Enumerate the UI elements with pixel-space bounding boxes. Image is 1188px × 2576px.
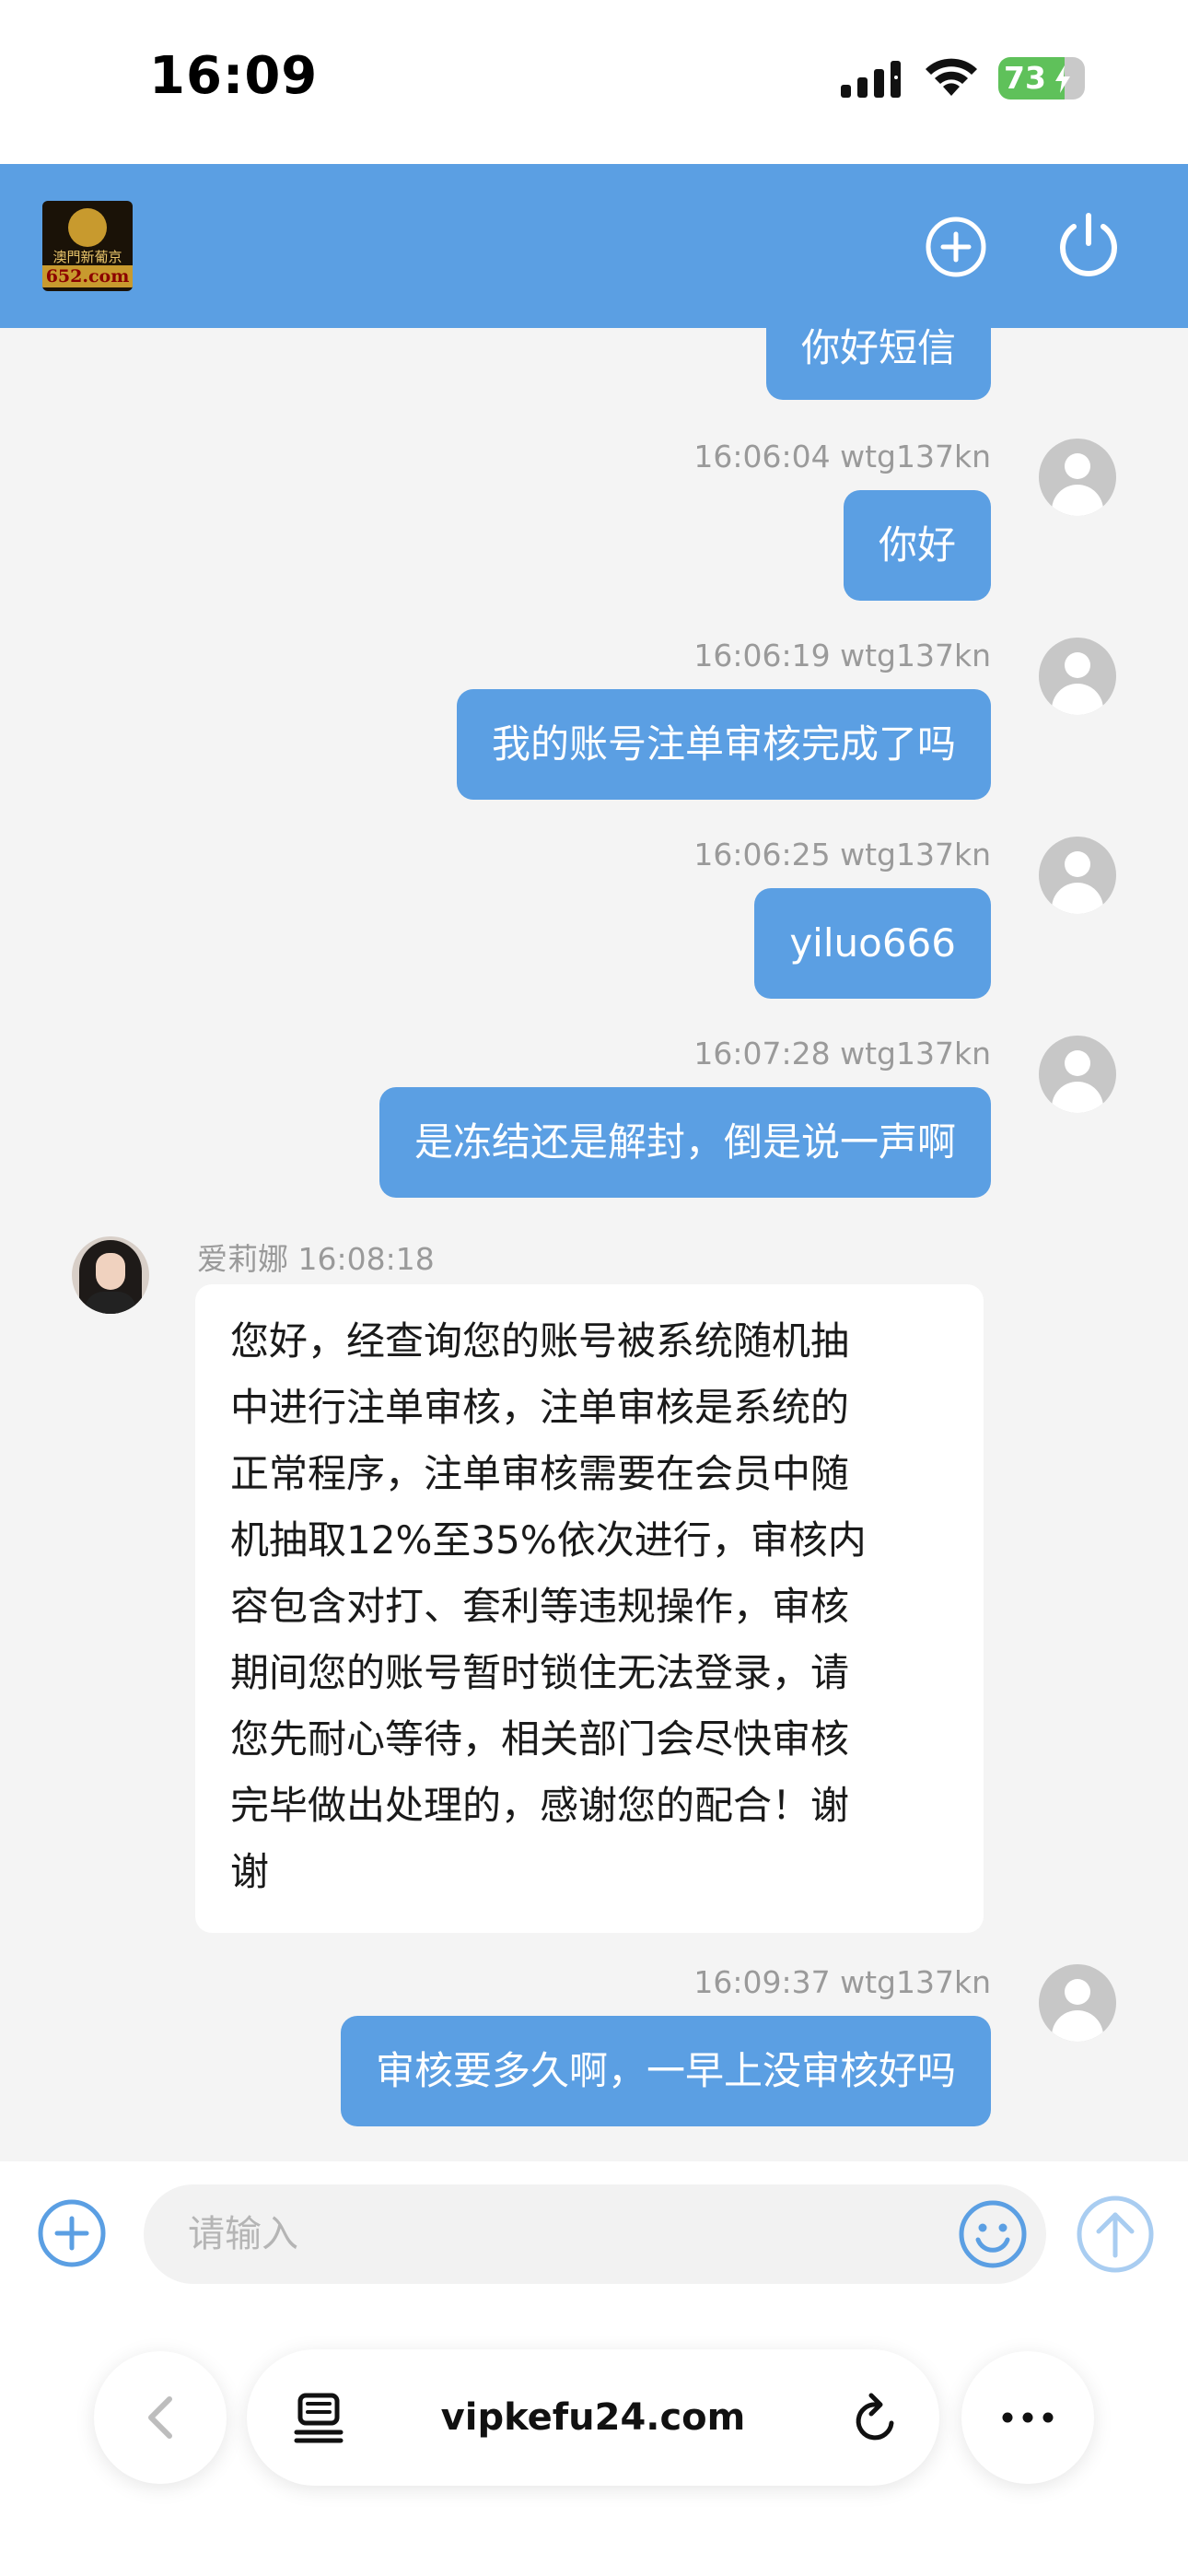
message-bubble-partial: 你好短信 <box>765 328 991 400</box>
browser-more-button[interactable] <box>961 2351 1094 2484</box>
status-time: 16:09 <box>149 46 319 106</box>
message-bubble-outgoing: 是冻结还是解封，倒是说一声啊 <box>379 1087 991 1198</box>
message-line: 您先耐心等待，相关部门会尽快审核 <box>230 1716 850 1762</box>
chevron-left-icon <box>148 2396 172 2439</box>
battery-percent: 73 <box>1004 60 1046 96</box>
message-meta: 16:09:37 wtg137kn <box>693 1964 991 2000</box>
ellipsis-icon <box>1002 2412 1054 2423</box>
user-avatar <box>1039 837 1116 914</box>
user-avatar <box>1039 1964 1116 2042</box>
message-bubble-outgoing: 你好 <box>843 490 991 601</box>
header-add-icon[interactable] <box>925 216 987 278</box>
agent-avatar <box>72 1236 149 1314</box>
battery-indicator: 73 <box>998 57 1085 100</box>
message-line: 您好，经查询您的账号被系统随机抽 <box>230 1318 850 1364</box>
message-bubble-outgoing: 我的账号注单审核完成了吗 <box>456 689 991 800</box>
composer: vipkefu24.com <box>0 2161 1188 2576</box>
send-arrow-up-icon[interactable] <box>1076 2195 1155 2274</box>
charging-bolt-icon <box>1055 65 1070 93</box>
reload-icon[interactable] <box>851 2392 903 2445</box>
browser-address-bar[interactable]: vipkefu24.com <box>247 2349 939 2486</box>
message-meta: 16:06:19 wtg137kn <box>693 638 991 673</box>
message-bubble-outgoing: yiluo666 <box>754 888 991 999</box>
power-icon[interactable] <box>1054 210 1124 280</box>
user-avatar <box>1039 638 1116 715</box>
message-input-wrap <box>144 2184 1046 2284</box>
message-bubble-outgoing: 审核要多久啊，一早上没审核好吗 <box>340 2016 991 2126</box>
browser-back-button[interactable] <box>94 2351 227 2484</box>
message-line: 完毕做出处理的，感谢您的配合！谢 <box>230 1783 850 1828</box>
message-meta: 16:06:25 wtg137kn <box>693 837 991 872</box>
chat-messages[interactable]: 你好短信 16:06:04 wtg137kn 你好 16:06:19 wtg13… <box>0 328 1188 2161</box>
app-header: 澳門新葡京 652.com <box>0 164 1188 328</box>
cellular-signal-icon <box>841 61 901 98</box>
logo-name: 澳門新葡京 <box>52 249 122 265</box>
message-bubble-incoming: 您好，经查询您的账号被系统随机抽 中进行注单审核，注单审核是系统的 正常程序，注… <box>195 1284 984 1933</box>
app-logo[interactable]: 澳門新葡京 652.com <box>42 201 133 291</box>
message-line: 机抽取12%至35%依次进行，审核内 <box>230 1517 867 1563</box>
agent-meta: 爱莉娜 16:08:18 <box>197 1241 435 1277</box>
smiley-icon[interactable] <box>958 2199 1028 2269</box>
logo-emblem-icon <box>68 208 107 247</box>
user-avatar <box>1039 1036 1116 1113</box>
message-input[interactable] <box>188 2184 943 2284</box>
status-bar: 16:09 73 <box>0 0 1188 164</box>
message-line: 中进行注单审核，注单审核是系统的 <box>230 1385 850 1430</box>
user-avatar <box>1039 439 1116 516</box>
logo-domain: 652.com <box>42 265 133 287</box>
browser-url: vipkefu24.com <box>440 2396 746 2439</box>
message-line: 谢 <box>230 1849 270 1894</box>
wifi-icon <box>926 58 977 96</box>
message-line: 正常程序，注单审核需要在会员中随 <box>230 1451 850 1496</box>
message-line: 期间您的账号暂时锁住无法登录，请 <box>230 1650 850 1695</box>
message-meta: 16:07:28 wtg137kn <box>693 1036 991 1071</box>
message-line: 容包含对打、套利等违规操作，审核 <box>230 1584 850 1629</box>
message-meta: 16:06:04 wtg137kn <box>693 439 991 474</box>
attach-add-icon[interactable] <box>37 2198 107 2268</box>
